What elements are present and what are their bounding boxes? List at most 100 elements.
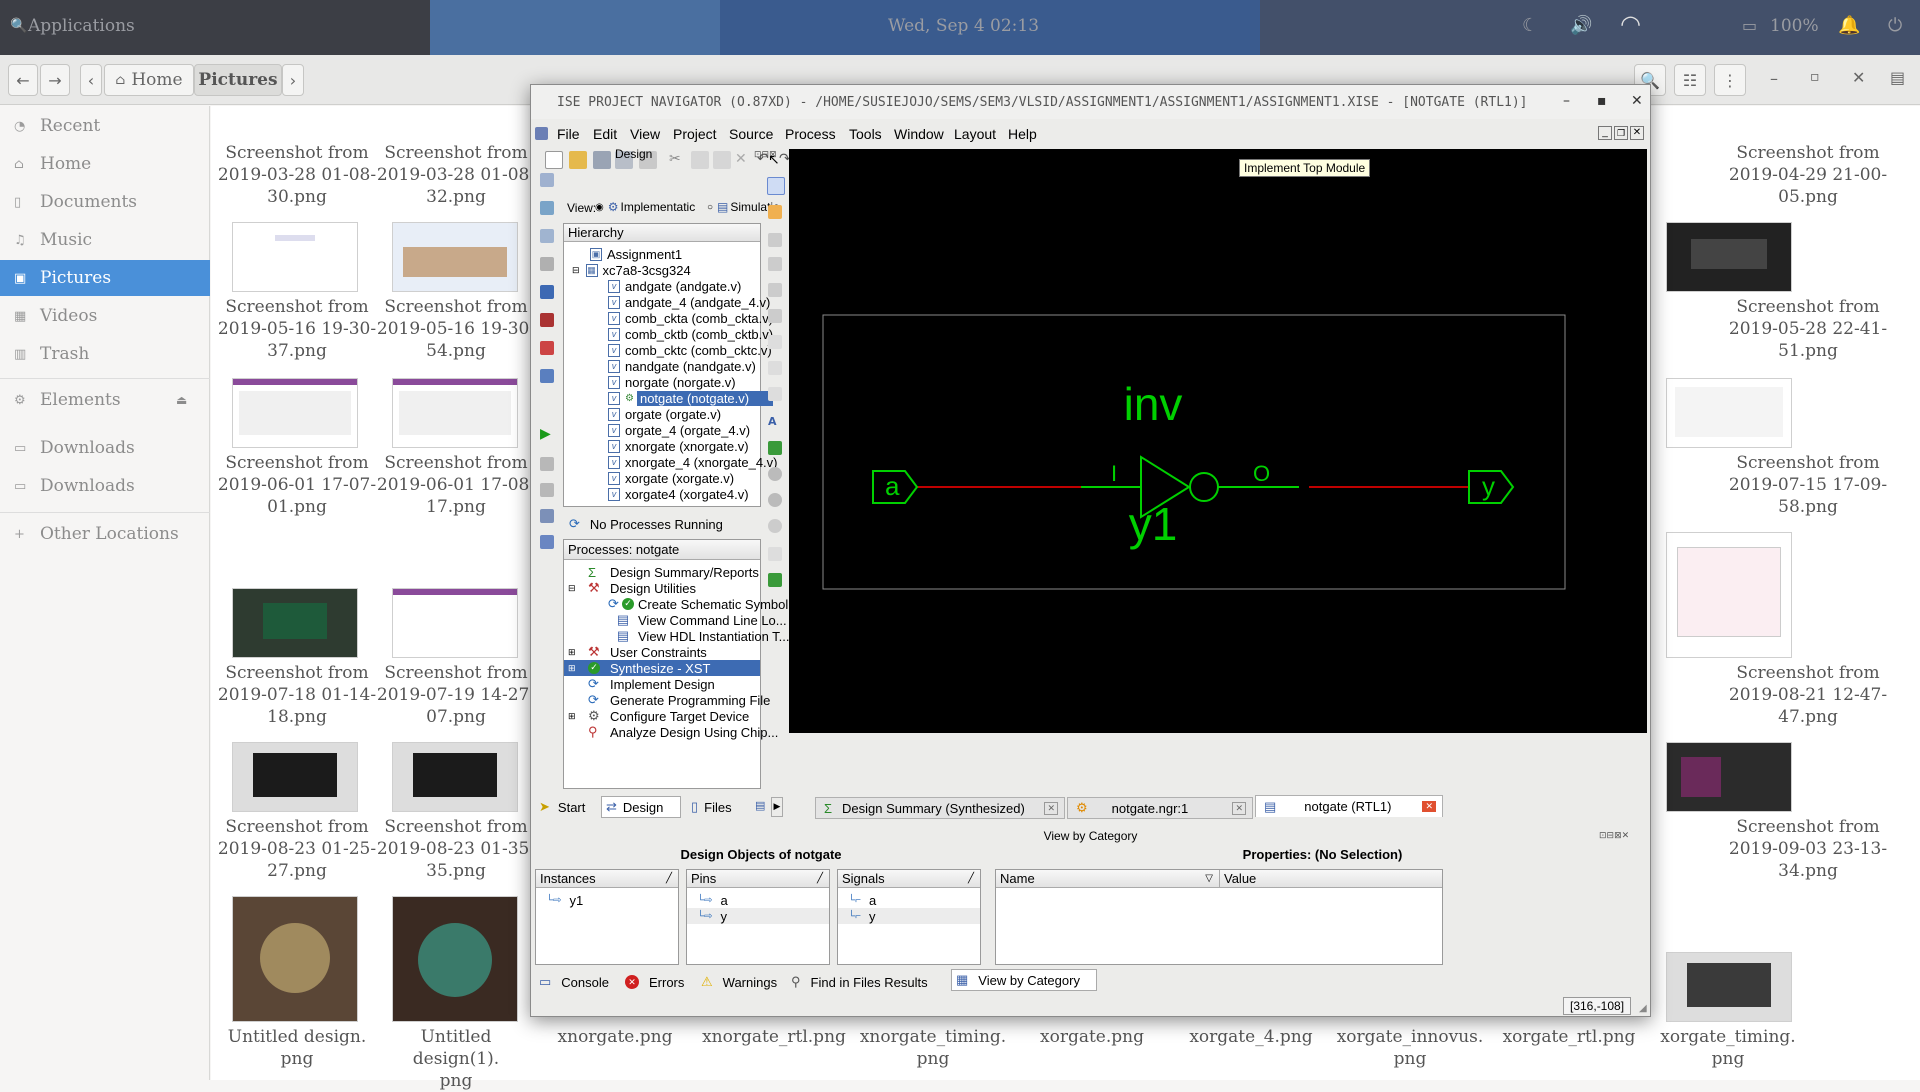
file-item[interactable]: Untitled design(1). png: [376, 1026, 536, 1092]
notification-icon[interactable]: 🔔: [1838, 15, 1860, 36]
minimize-icon[interactable]: –: [1770, 69, 1778, 88]
new-source-icon[interactable]: [540, 229, 554, 243]
file-item[interactable]: Screenshot from 2019-08-23 01-35- 35.png: [376, 816, 536, 882]
tool-icon-12[interactable]: [768, 441, 782, 455]
process-item[interactable]: ▤ View Command Line Lo...: [608, 612, 787, 628]
tab-more-icon[interactable]: ▤: [755, 799, 765, 812]
tree-item[interactable]: v xnorgate (xnorgate.v): [608, 438, 749, 454]
menu-window[interactable]: Window: [894, 126, 944, 142]
open-folder-icon[interactable]: [569, 151, 587, 169]
mdi-restore-icon[interactable]: ❐: [1614, 126, 1628, 140]
tab-warnings[interactable]: ⚠ Warnings: [697, 971, 783, 993]
list-item[interactable]: └⌐ a: [848, 892, 876, 908]
sidebar-item-documents[interactable]: ▯ Documents: [0, 184, 210, 220]
add-source-icon[interactable]: [540, 173, 554, 187]
process-item[interactable]: ⟳ ✓ Create Schematic Symbol: [608, 596, 788, 612]
tool-icon-5[interactable]: [768, 257, 782, 271]
tree-item[interactable]: v comb_cktb (comb_cktb.v): [608, 326, 773, 342]
tab-design[interactable]: ⇄ Design: [601, 796, 681, 818]
add-wire-icon[interactable]: [767, 177, 785, 195]
file-item[interactable]: Screenshot from 2019-05-16 19-30- 37.png: [217, 296, 377, 362]
tab-files[interactable]: ▯ Files: [687, 796, 749, 818]
tree-item-selected[interactable]: v ⚙ notgate (notgate.v): [608, 390, 773, 406]
tab-console[interactable]: ▭ Console: [535, 971, 619, 993]
text-icon[interactable]: A: [768, 415, 782, 429]
mdi-minimize-icon[interactable]: _: [1598, 126, 1612, 140]
tree-item[interactable]: v comb_cktc (comb_cktc.v): [608, 342, 772, 358]
battery-icon[interactable]: ▭: [1742, 16, 1757, 35]
stop-icon[interactable]: [540, 313, 554, 327]
file-item[interactable]: Screenshot from 2019-07-19 14-27- 07.png: [376, 662, 536, 728]
file-thumbnail[interactable]: [1666, 532, 1792, 658]
file-item[interactable]: xorgate_4.png: [1171, 1026, 1331, 1048]
file-item[interactable]: xorgate_timing. png: [1648, 1026, 1808, 1070]
breadcrumb-current[interactable]: Pictures: [194, 64, 282, 96]
tree-item[interactable]: v orgate (orgate.v): [608, 406, 721, 422]
file-thumbnail[interactable]: [392, 896, 518, 1022]
process-tool-icon-1[interactable]: [540, 457, 554, 471]
process-item[interactable]: Σ Design Summary/Reports: [588, 564, 759, 580]
power-icon[interactable]: ⏻: [1888, 15, 1902, 36]
file-thumbnail[interactable]: [1666, 952, 1792, 1022]
file-item[interactable]: Screenshot from 2019-08-23 01-25- 27.png: [217, 816, 377, 882]
tool-icon-8[interactable]: [768, 335, 782, 349]
delete-icon[interactable]: ✕: [735, 151, 753, 169]
new-file-icon[interactable]: [545, 151, 563, 169]
sort-icon[interactable]: ╱: [666, 873, 672, 884]
tree-item[interactable]: v orgate_4 (orgate_4.v): [608, 422, 750, 438]
mdi-close-icon[interactable]: ✕: [1630, 126, 1644, 140]
file-item[interactable]: Screenshot from 2019-07-15 17-09- 58.png: [1728, 452, 1888, 518]
back-button[interactable]: ←: [8, 64, 38, 96]
breadcrumb-left-button[interactable]: ‹: [80, 64, 102, 96]
tree-item[interactable]: v norgate (norgate.v): [608, 374, 736, 390]
tab-close-icon[interactable]: ✕: [1232, 801, 1246, 815]
process-tool-icon-3[interactable]: [540, 509, 554, 523]
expand-icon[interactable]: ⊞: [568, 711, 588, 722]
file-thumbnail[interactable]: [392, 378, 518, 448]
wifi-icon[interactable]: ◠: [1620, 10, 1641, 38]
paste-icon[interactable]: [713, 151, 731, 169]
file-thumbnail[interactable]: [1666, 378, 1792, 448]
file-item[interactable]: Screenshot from 2019-06-01 17-07- 01.png: [217, 452, 377, 518]
sidebar-item-music[interactable]: ♫ Music: [0, 222, 210, 258]
activities-button[interactable]: Applications: [28, 16, 135, 36]
sidebar-item-pictures[interactable]: ▣ Pictures: [0, 260, 210, 296]
clock[interactable]: Wed, Sep 4 02:13: [888, 16, 1039, 36]
sidebar-item-trash[interactable]: ▥ Trash: [0, 336, 210, 372]
breadcrumb-home[interactable]: ⌂ Home: [104, 64, 194, 96]
sidebar-item-recent[interactable]: ◔ Recent: [0, 108, 210, 144]
tab-view-by-category[interactable]: ▦ View by Category: [951, 969, 1097, 991]
menu-file[interactable]: File: [557, 126, 580, 142]
select-arrow-icon[interactable]: ↖: [768, 153, 782, 167]
list-item[interactable]: └⇨ a: [697, 892, 728, 908]
file-item[interactable]: xorgate_innovus. png: [1330, 1026, 1490, 1070]
schematic-canvas[interactable]: inv y1 a y I O Implement Top Module: [789, 149, 1647, 733]
file-thumbnail[interactable]: [1666, 742, 1792, 812]
open-icon[interactable]: [540, 285, 554, 299]
properties-table[interactable]: Name ▽ Value: [995, 869, 1443, 965]
tree-item[interactable]: v xorgate4 (xorgate4.v): [608, 486, 749, 502]
list-item[interactable]: └⇨ y1: [546, 892, 583, 908]
doc-tab-rtl[interactable]: ▤ notgate (RTL1) ✕: [1255, 795, 1443, 817]
view-implementation-radio[interactable]: ◉ ⚙ Implementatic: [595, 200, 695, 214]
menu-help[interactable]: Help: [1008, 126, 1037, 142]
view-icon[interactable]: [540, 369, 554, 383]
process-item-selected[interactable]: ⊞ ✓ Synthesize - XST: [564, 660, 760, 676]
file-thumbnail[interactable]: [392, 588, 518, 658]
process-item[interactable]: ⊟ ⚒ Design Utilities: [568, 580, 696, 596]
expand-icon[interactable]: ⊞: [568, 647, 588, 658]
tree-item[interactable]: v xorgate (xorgate.v): [608, 470, 734, 486]
tab-close-icon[interactable]: ✕: [1422, 801, 1436, 812]
doc-tab-ngr[interactable]: ⚙ notgate.ngr:1 ✕: [1067, 797, 1253, 819]
sort-icon[interactable]: ╱: [817, 873, 823, 884]
file-item[interactable]: Screenshot from 2019-03-28 01-08- 30.png: [217, 142, 377, 208]
ise-minimize-icon[interactable]: –: [1563, 93, 1570, 109]
sort-icon[interactable]: ╱: [968, 873, 974, 884]
close-icon[interactable]: ✕: [1852, 68, 1865, 87]
file-thumbnail[interactable]: [232, 742, 358, 812]
file-item[interactable]: Screenshot from 2019-08-21 12-47- 47.png: [1728, 662, 1888, 728]
list-item[interactable]: └⇨ y: [687, 908, 829, 924]
tool-icon-7[interactable]: [768, 309, 782, 323]
file-item[interactable]: Screenshot from 2019-09-03 23-13- 34.png: [1728, 816, 1888, 882]
process-item[interactable]: ⊞ ⚒ User Constraints: [568, 644, 707, 660]
